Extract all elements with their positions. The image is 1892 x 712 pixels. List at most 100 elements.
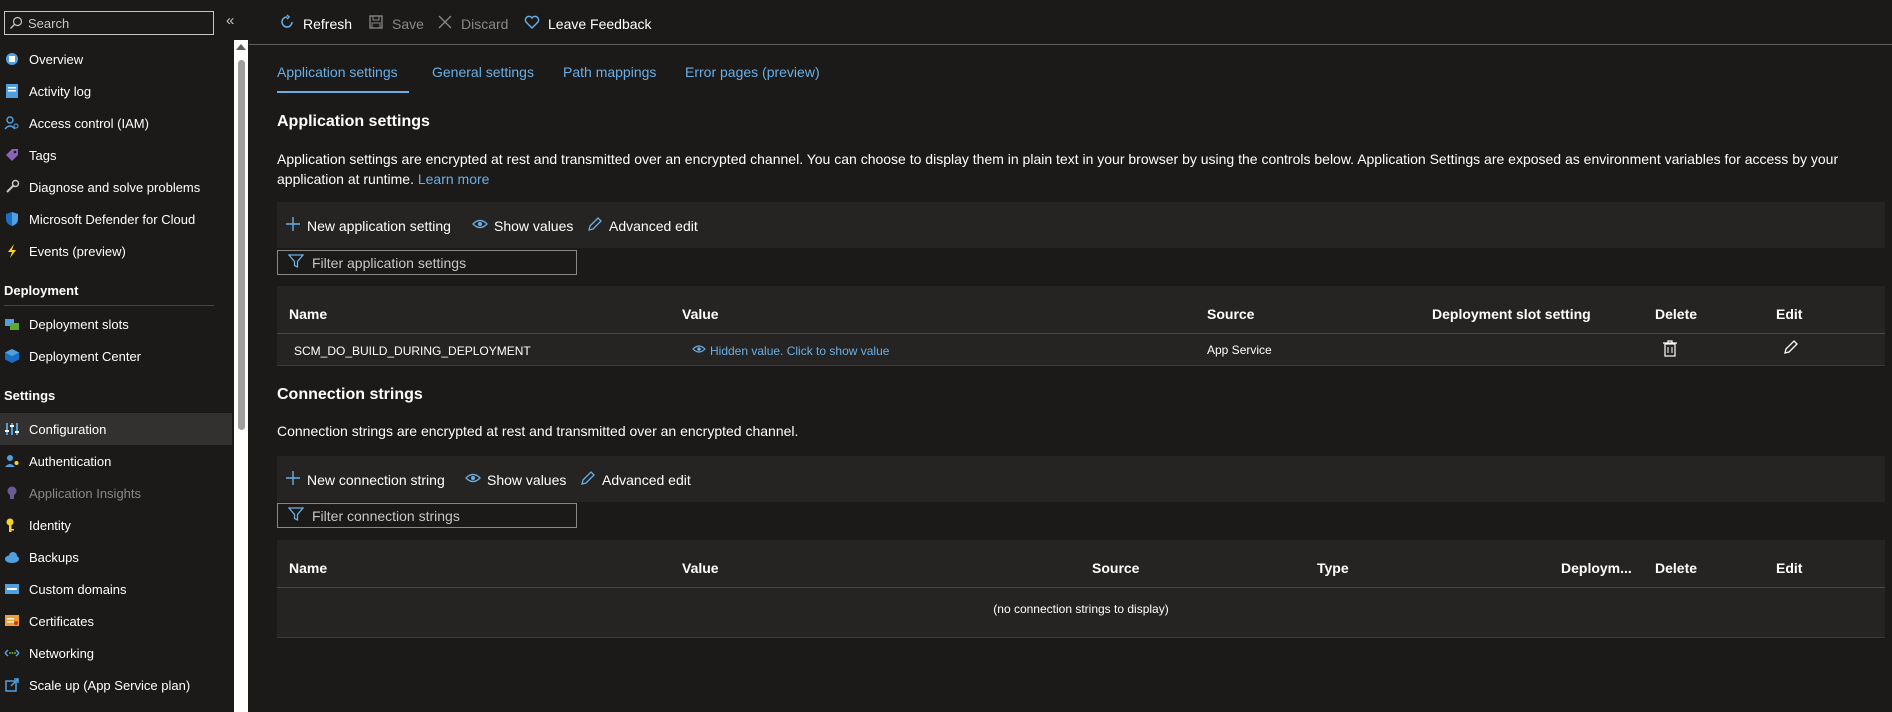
sidebar-item-label: Scale up (App Service plan)	[29, 677, 191, 693]
advanced-edit-label: Advanced edit	[602, 471, 691, 488]
application-settings-description: Application settings are encrypted at re…	[277, 149, 1867, 189]
filter-connection-strings[interactable]	[277, 503, 577, 528]
resource-menu: « Overview Activity log Access control (…	[0, 0, 234, 712]
people-icon	[4, 115, 20, 131]
sidebar-item-configuration[interactable]: Configuration	[0, 413, 232, 445]
hidden-value-button[interactable]: Hidden value. Click to show value	[692, 343, 889, 358]
slots-icon	[4, 316, 20, 332]
eye-icon	[692, 343, 706, 358]
new-connection-string-button[interactable]: New connection string	[285, 470, 445, 489]
sidebar-item-scale-up[interactable]: Scale up (App Service plan)	[0, 669, 232, 701]
tab-general-settings[interactable]: General settings	[432, 64, 534, 80]
sidebar-item-networking[interactable]: Networking	[0, 637, 232, 669]
application-settings-grid: Name Value Source Deployment slot settin…	[277, 286, 1885, 366]
sidebar-item-label: Activity log	[29, 83, 92, 99]
new-application-setting-label: New application setting	[307, 217, 451, 234]
column-delete: Delete	[1655, 560, 1698, 576]
configuration-blade: Refresh Save Discard Leave Feedback Appl…	[249, 0, 1892, 712]
setting-source: App Service	[1207, 343, 1272, 357]
filter-icon	[287, 253, 305, 272]
new-connection-string-label: New connection string	[307, 471, 445, 488]
section-settings: Settings	[4, 388, 56, 403]
sidebar-item-label: Deployment slots	[29, 316, 129, 332]
sidebar-item-label: Backups	[29, 549, 79, 565]
column-value[interactable]: Value	[682, 306, 719, 322]
column-edit: Edit	[1776, 306, 1803, 322]
show-values-label: Show values	[494, 217, 574, 234]
column-value[interactable]: Value	[682, 560, 719, 576]
app-settings-command-bar: New application setting Show values Adva…	[277, 202, 1885, 248]
pencil-icon	[580, 470, 596, 489]
certificate-icon	[4, 613, 20, 629]
sidebar-item-label: Microsoft Defender for Cloud	[29, 211, 196, 227]
column-source[interactable]: Source	[1092, 560, 1139, 576]
discard-label: Discard	[461, 15, 509, 32]
column-name[interactable]: Name	[289, 560, 327, 576]
grid-header: Name Value Source Deployment slot settin…	[277, 286, 1885, 334]
tab-path-mappings[interactable]: Path mappings	[563, 64, 656, 80]
sidebar-item-application-insights[interactable]: Application Insights	[0, 477, 232, 509]
collapse-menu-button[interactable]: «	[226, 12, 234, 29]
column-type[interactable]: Type	[1317, 560, 1349, 576]
active-tab-indicator	[277, 91, 409, 93]
sidebar-item-defender[interactable]: Microsoft Defender for Cloud	[0, 203, 232, 235]
advanced-edit-button[interactable]: Advanced edit	[580, 470, 691, 489]
delete-icon[interactable]	[1663, 339, 1677, 360]
application-settings-title: Application settings	[277, 113, 430, 130]
show-values-button[interactable]: Show values	[465, 470, 566, 489]
sidebar-item-diagnose[interactable]: Diagnose and solve problems	[0, 171, 232, 203]
empty-message: (no connection strings to display)	[993, 602, 1169, 616]
sidebar-item-tags[interactable]: Tags	[0, 139, 232, 171]
learn-more-link[interactable]: Learn more	[418, 171, 490, 187]
section-divider	[4, 305, 214, 306]
filter-application-settings-input[interactable]	[312, 254, 572, 271]
sidebar-item-next[interactable]	[0, 701, 232, 712]
save-label: Save	[392, 15, 424, 32]
sidebar-item-deployment-slots[interactable]: Deployment slots	[0, 308, 232, 340]
connection-strings-grid: Name Value Source Type Deploym... Delete…	[277, 540, 1885, 638]
filter-connection-strings-input[interactable]	[312, 507, 572, 524]
scale-up-icon	[4, 677, 20, 693]
menu-search-box[interactable]	[4, 11, 214, 35]
sidebar-item-custom-domains[interactable]: Custom domains	[0, 573, 232, 605]
sidebar-item-backups[interactable]: Backups	[0, 541, 232, 573]
sidebar-item-label: Events (preview)	[29, 243, 126, 259]
setting-name: SCM_DO_BUILD_DURING_DEPLOYMENT	[294, 344, 531, 358]
discard-button[interactable]: Discard	[437, 14, 508, 33]
column-deployment-slot[interactable]: Deploym...	[1561, 560, 1632, 576]
advanced-edit-button[interactable]: Advanced edit	[587, 216, 698, 235]
sidebar-item-label: Deployment Center	[29, 348, 141, 364]
sidebar-item-deployment-center[interactable]: Deployment Center	[0, 340, 232, 372]
menu-search-input[interactable]	[28, 15, 208, 31]
new-application-setting-button[interactable]: New application setting	[285, 216, 451, 235]
sidebar-item-overview[interactable]: Overview	[0, 43, 232, 75]
filter-application-settings[interactable]	[277, 250, 577, 275]
lightning-icon	[4, 243, 20, 259]
scroll-up-icon[interactable]	[236, 44, 246, 50]
search-icon	[9, 16, 23, 30]
sidebar-item-certificates[interactable]: Certificates	[0, 605, 232, 637]
empty-row: (no connection strings to display)	[277, 588, 1885, 638]
menu-scrollbar-thumb[interactable]	[238, 60, 245, 430]
edit-pencil-icon[interactable]	[1783, 339, 1799, 358]
refresh-button[interactable]: Refresh	[279, 14, 352, 33]
leave-feedback-label: Leave Feedback	[548, 15, 652, 32]
column-edit: Edit	[1776, 560, 1803, 576]
sidebar-item-label: Custom domains	[29, 581, 127, 597]
column-source[interactable]: Source	[1207, 306, 1254, 322]
filter-icon	[287, 506, 305, 525]
sidebar-item-authentication[interactable]: Authentication	[0, 445, 232, 477]
column-name[interactable]: Name	[289, 306, 327, 322]
save-button[interactable]: Save	[368, 14, 424, 33]
sidebar-item-events[interactable]: Events (preview)	[0, 235, 232, 267]
tab-error-pages[interactable]: Error pages (preview)	[685, 64, 820, 80]
tab-application-settings[interactable]: Application settings	[277, 64, 398, 80]
column-deployment-slot-setting[interactable]: Deployment slot setting	[1432, 306, 1591, 322]
leave-feedback-button[interactable]: Leave Feedback	[524, 14, 652, 33]
sidebar-item-label: Networking	[29, 645, 95, 661]
connection-strings-command-bar: New connection string Show values Advanc…	[277, 456, 1885, 502]
sidebar-item-activity-log[interactable]: Activity log	[0, 75, 232, 107]
sidebar-item-access-control[interactable]: Access control (IAM)	[0, 107, 232, 139]
sidebar-item-identity[interactable]: Identity	[0, 509, 232, 541]
show-values-button[interactable]: Show values	[472, 216, 573, 235]
